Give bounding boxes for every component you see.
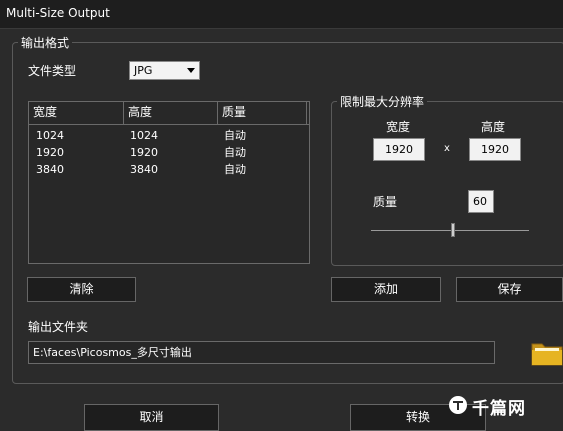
table-cell: 3840	[36, 163, 64, 176]
file-type-label: 文件类型	[28, 64, 77, 78]
quality-input[interactable]: 60	[468, 190, 494, 213]
table-cell: 自动	[224, 163, 246, 176]
folder-icon[interactable]	[531, 336, 563, 368]
table-cell: 自动	[224, 129, 246, 142]
cancel-button[interactable]: 取消	[84, 404, 219, 431]
table-cell: 1024	[36, 129, 64, 142]
table-cell: 自动	[224, 146, 246, 159]
table-cell: 3840	[130, 163, 158, 176]
max-height-input[interactable]: 1920	[469, 138, 521, 161]
chevron-down-icon	[187, 68, 195, 73]
table-row[interactable]: 1024 1024 自动	[29, 127, 309, 144]
title-bar: Multi-Size Output	[0, 0, 563, 29]
max-width-input[interactable]: 1920	[373, 138, 425, 161]
table-cell: 1920	[130, 146, 158, 159]
table-cell: 1920	[36, 146, 64, 159]
watermark-text: 千篇网	[472, 399, 526, 419]
clear-button[interactable]: 清除	[27, 277, 136, 302]
max-resolution-group	[331, 101, 563, 266]
size-table-header: 宽度 高度 质量	[29, 102, 309, 125]
quality-label: 质量	[373, 195, 398, 209]
max-width-label: 宽度	[386, 120, 411, 134]
output-folder-path-input[interactable]: E:\faces\Picosmos_多尺寸输出	[28, 341, 495, 364]
table-row[interactable]: 3840 3840 自动	[29, 161, 309, 178]
table-row[interactable]: 1920 1920 自动	[29, 144, 309, 161]
output-folder-label: 输出文件夹	[28, 320, 89, 334]
window-title: Multi-Size Output	[6, 6, 110, 20]
column-header-width[interactable]: 宽度	[29, 102, 124, 124]
watermark-logo-icon	[449, 396, 467, 414]
size-table[interactable]: 宽度 高度 质量 1024 1024 自动 1920 1920 自动 3840 …	[28, 101, 310, 264]
resolution-separator: x	[444, 143, 450, 154]
table-cell: 1024	[130, 129, 158, 142]
max-resolution-group-label: 限制最大分辨率	[337, 93, 428, 110]
watermark: 千篇网	[448, 394, 558, 419]
file-type-value: JPG	[134, 64, 153, 77]
output-format-group-label: 输出格式	[18, 34, 73, 51]
file-type-select[interactable]: JPG	[129, 61, 200, 80]
quality-slider-thumb[interactable]	[451, 223, 456, 237]
max-height-label: 高度	[481, 120, 506, 134]
add-button[interactable]: 添加	[331, 277, 441, 302]
column-header-height[interactable]: 高度	[124, 102, 218, 124]
column-header-quality[interactable]: 质量	[218, 102, 307, 124]
quality-slider-track[interactable]	[371, 230, 529, 231]
save-button[interactable]: 保存	[456, 277, 563, 302]
